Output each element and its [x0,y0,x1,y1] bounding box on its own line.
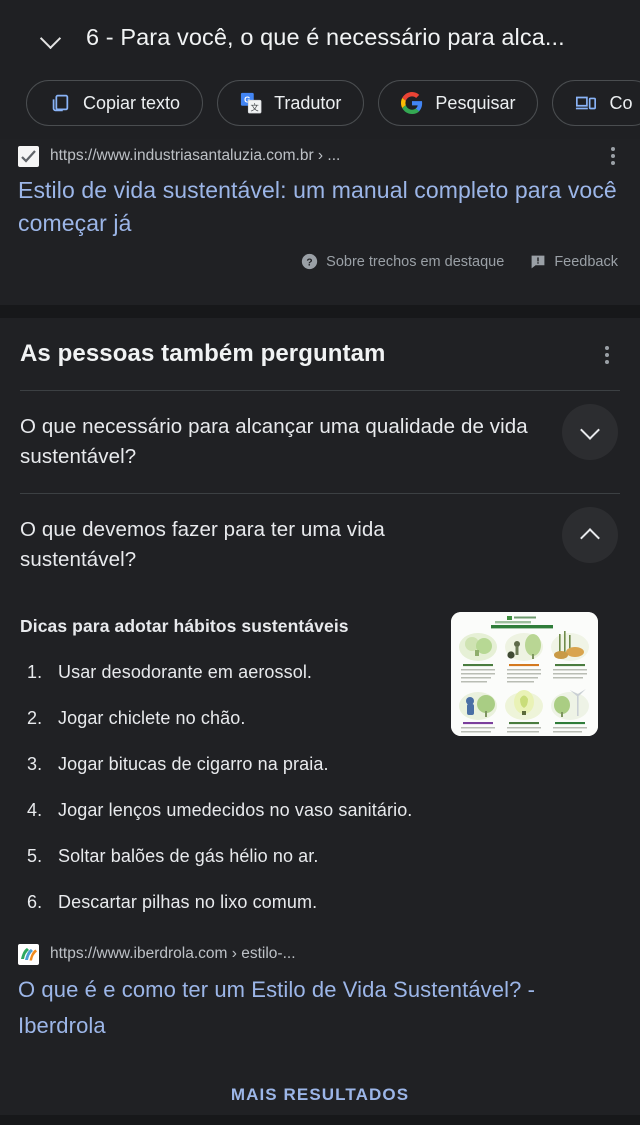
google-translate-icon: G 文 [240,92,262,114]
feedback-link[interactable]: Feedback [530,254,618,270]
industriasantaluzia-favicon [18,145,39,167]
result-title[interactable]: Estilo de vida sustentável: um manual co… [18,174,622,240]
chevron-up-icon[interactable] [562,507,618,563]
paa-question-text: O que devemos fazer para ter uma vida su… [20,518,385,571]
paa-heading: As pessoas também perguntam [20,340,386,367]
paa-question-text: O que necessário para alcançar uma quali… [20,415,528,468]
iberdrola-favicon [18,943,39,965]
svg-text:文: 文 [251,102,259,112]
chip-label: Co [609,92,633,113]
google-g-icon [401,92,423,114]
chevron-down-icon[interactable] [38,24,64,50]
more-results-button[interactable]: MAIS RESULTADOS [0,1085,640,1105]
lens-title: 6 - Para você, o que é necessário para a… [86,23,565,50]
section-divider [0,305,640,318]
featured-snippet-footer: ? Sobre trechos em destaque Feedback [18,253,622,270]
feedback-label: Feedback [554,253,618,270]
list-item: Descartar pilhas no lixo comum. [27,890,318,914]
list-item: Jogar lenços umedecidos no vaso sanitári… [27,798,413,822]
paa-question-1[interactable]: O que necessário para alcançar uma quali… [20,391,620,493]
chip-label: Pesquisar [435,92,516,113]
action-chip-row: Copiar texto G 文 Tradutor Pesquisar Co [0,74,640,132]
bottom-bar [0,1115,640,1125]
about-featured-snippets-label: Sobre trechos em destaque [326,253,505,270]
list-item: Soltar balões de gás hélio no ar. [27,844,319,868]
result-source-line[interactable]: https://www.industriasantaluzia.com.br ›… [18,139,622,169]
chip-label: Copiar texto [83,92,181,113]
list-item: Jogar chiclete no chão. [27,706,246,730]
chip-pesquisar[interactable]: Pesquisar [378,80,539,126]
people-also-ask-section: As pessoas também perguntam O que necess… [0,318,640,944]
result-title[interactable]: O que é e como ter um Estilo de Vida Sus… [18,972,622,1044]
copy-text-icon [49,92,71,114]
svg-text:?: ? [307,257,313,268]
chip-tradutor[interactable]: G 文 Tradutor [217,80,365,126]
help-circle-icon: ? [302,253,318,270]
lens-title-row[interactable]: 6 - Para você, o que é necessário para a… [0,0,640,74]
lens-header: 6 - Para você, o que é necessário para a… [0,0,640,139]
list-item: Jogar bitucas de cigarro na praia. [27,752,329,776]
result-url: https://www.industriasantaluzia.com.br ›… [50,147,341,164]
about-featured-snippets-link[interactable]: ? Sobre trechos em destaque [301,253,504,270]
result-url: https://www.iberdrola.com › estilo-... [50,945,296,962]
paa-question-2[interactable]: O que devemos fazer para ter uma vida su… [20,494,620,596]
result-source-line[interactable]: https://www.iberdrola.com › estilo-... [18,937,622,967]
chip-copiar-texto[interactable]: Copiar texto [26,80,204,126]
feedback-icon [531,255,545,268]
more-options-icon[interactable] [600,143,626,169]
chip-copiar-para-dispositivo[interactable]: Co [552,80,640,126]
paa-answer-source: https://www.iberdrola.com › estilo-... O… [0,937,640,1044]
more-options-icon[interactable] [594,342,620,368]
paa-answer: Dicas para adotar hábitos sustentáveis U… [20,596,620,944]
paa-answer-lead: Dicas para adotar hábitos sustentáveis [20,616,349,636]
cast-to-device-icon [575,92,597,114]
featured-snippet-result: https://www.industriasantaluzia.com.br ›… [0,139,640,305]
chip-label: Tradutor [274,92,342,113]
list-item: Usar desodorante em aerossol. [27,660,313,684]
paa-header: As pessoas também perguntam [20,318,620,390]
chevron-down-icon[interactable] [562,404,618,460]
google-lens-search-screen: 6 - Para você, o que é necessário para a… [0,0,640,1125]
